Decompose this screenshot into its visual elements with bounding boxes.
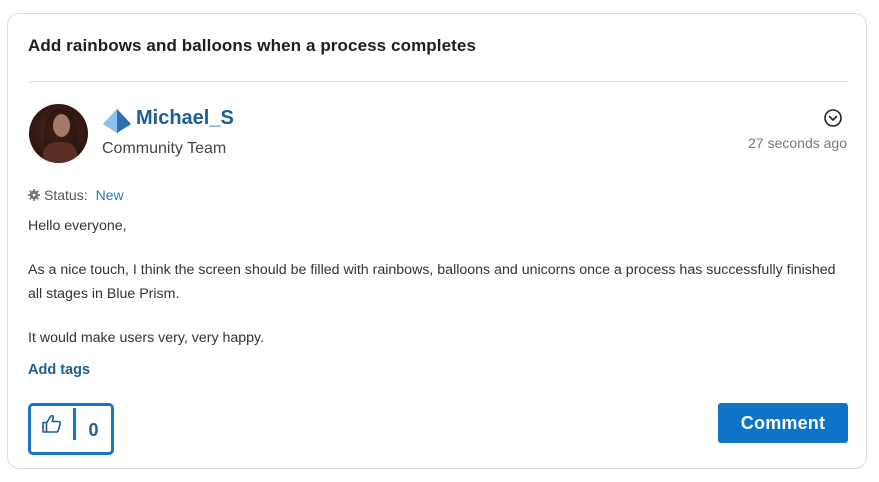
post-title: Add rainbows and balloons when a process… [28, 36, 477, 55]
body-paragraph: As a nice touch, I think the screen shou… [28, 262, 836, 302]
rank-icon [103, 109, 131, 133]
kudos-button[interactable]: 0 [28, 403, 114, 455]
title-divider [28, 81, 848, 82]
thumbs-up-icon [42, 414, 62, 433]
kudos-count: 0 [88, 419, 99, 440]
author-name[interactable]: Michael_S [136, 107, 234, 130]
body-paragraph: It would make users very, very happy. [28, 330, 265, 346]
avatar[interactable] [29, 104, 88, 163]
chevron-down-circle-icon[interactable] [823, 108, 843, 128]
status-row: Status: New [28, 187, 124, 203]
post-timestamp: 27 seconds ago [748, 135, 847, 151]
kudos-thumb[interactable] [31, 406, 73, 452]
add-tags-link[interactable]: Add tags [28, 362, 90, 378]
status-label: Status: [44, 187, 88, 203]
body-paragraph: Hello everyone, [28, 218, 127, 234]
avatar-face [53, 114, 70, 137]
author-role: Community Team [102, 140, 227, 157]
post-card: Add rainbows and balloons when a process… [7, 13, 867, 469]
gear-icon [28, 189, 40, 201]
comment-button[interactable]: Comment [718, 403, 848, 443]
status-value[interactable]: New [96, 187, 124, 203]
avatar-body [43, 142, 77, 163]
post-body: Hello everyone, As a nice touch, I think… [28, 214, 848, 370]
